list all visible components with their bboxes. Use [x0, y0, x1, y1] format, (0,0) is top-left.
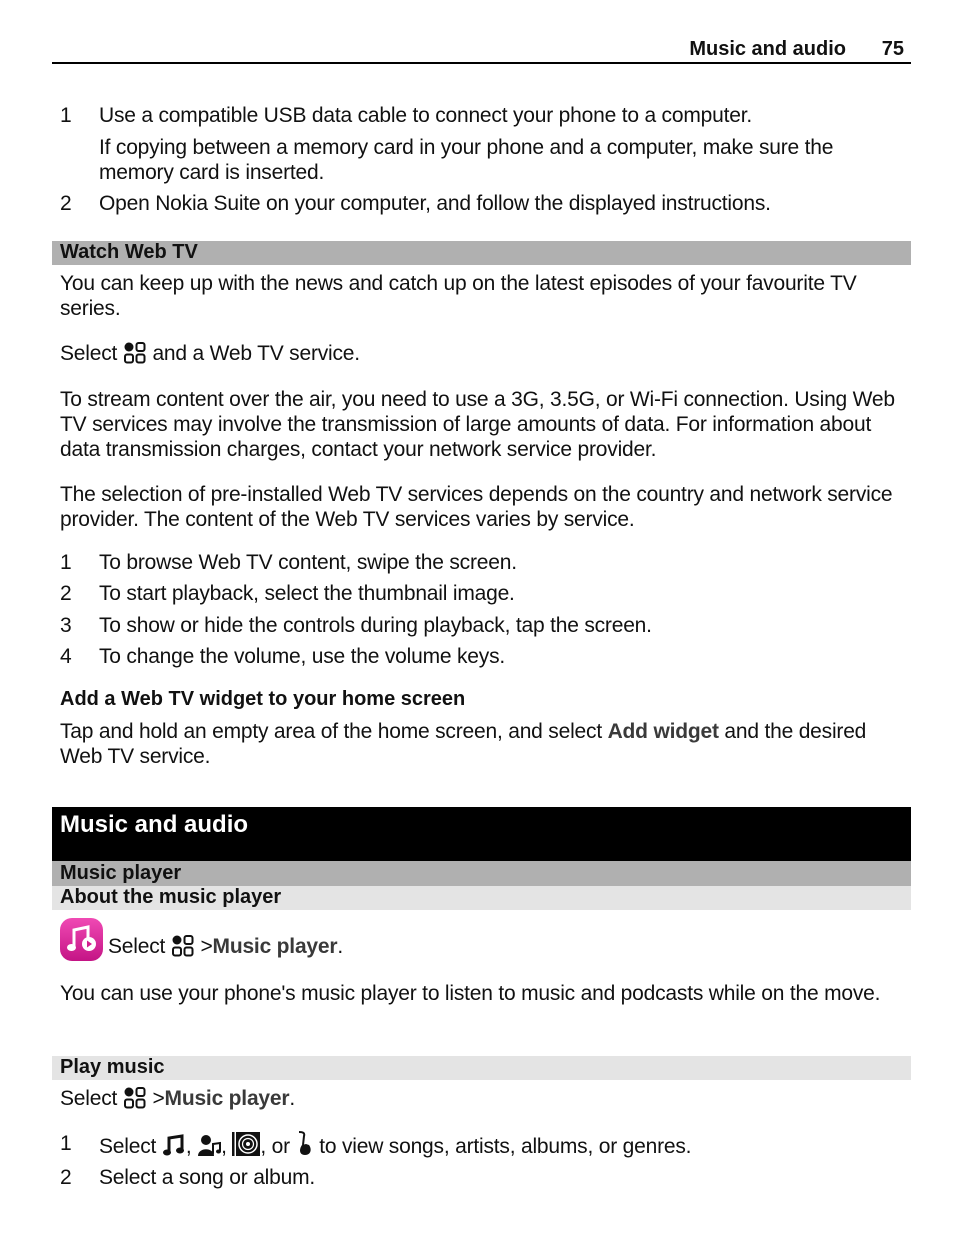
- paragraph: You can use your phone's music player to…: [60, 982, 881, 1005]
- step-text: Use a compatible USB data cable to conne…: [99, 104, 752, 127]
- header-rule: [52, 62, 911, 64]
- select-instruction: Select and a Web TV service.: [60, 341, 910, 370]
- or-text: , or: [260, 1135, 290, 1158]
- select-prefix: Select: [108, 935, 166, 958]
- about-select-instruction: Select >Music player.: [108, 934, 343, 963]
- step-suffix: to view songs, artists, albums, or genre…: [319, 1135, 692, 1158]
- step-text: Select a song or album.: [99, 1166, 316, 1189]
- section-heading-text: Watch Web TV: [60, 241, 198, 263]
- section-heading-music-player: Music player: [52, 861, 911, 886]
- menu-grid-icon: [171, 935, 195, 963]
- widget-instruction: Tap and hold an empty area of the home s…: [60, 719, 910, 769]
- step-number: 4: [60, 645, 72, 668]
- menu-grid-icon: [123, 342, 147, 370]
- subheading-add-widget: Add a Web TV widget to your home screen: [60, 688, 466, 710]
- section-heading-watch-web-tv: Watch Web TV: [52, 241, 911, 265]
- select-prefix: Select: [60, 1087, 118, 1110]
- subsection-heading-about: About the music player: [52, 886, 911, 910]
- chapter-title: Music and audio: [60, 811, 249, 838]
- step-number: 2: [60, 192, 72, 215]
- path-separator: >: [152, 1087, 165, 1110]
- menu-grid-icon: [123, 1087, 147, 1115]
- step-number: 3: [60, 614, 72, 637]
- page-number: 75: [881, 38, 904, 60]
- step-text: To show or hide the controls during play…: [99, 614, 652, 637]
- select-prefix: Select: [60, 342, 118, 365]
- step-number: 2: [60, 1166, 72, 1189]
- comma: ,: [185, 1135, 192, 1158]
- step-text: To start playback, select the thumbnail …: [99, 582, 515, 605]
- section-heading-text: Play music: [60, 1056, 165, 1078]
- step-number: 1: [60, 551, 72, 574]
- ui-term-music-player: Music player: [212, 935, 338, 958]
- genres-icon: [296, 1131, 314, 1163]
- music-player-app-icon: [59, 917, 104, 966]
- path-separator: >: [200, 935, 213, 958]
- section-heading-play-music: Play music: [52, 1056, 911, 1080]
- step-text: Open Nokia Suite on your computer, and f…: [99, 192, 771, 215]
- albums-icon: [232, 1131, 261, 1163]
- period: .: [289, 1087, 295, 1110]
- subsection-heading-text: About the music player: [60, 886, 282, 908]
- paragraph: You can keep up with the news and catch …: [60, 272, 857, 320]
- step-text: To change the volume, use the volume key…: [99, 645, 506, 668]
- step-number: 2: [60, 582, 72, 605]
- step-text: Select , , , or to view songs, artists, …: [99, 1131, 911, 1163]
- step-text: To browse Web TV content, swipe the scre…: [99, 551, 517, 574]
- select-suffix: and a Web TV service.: [152, 342, 360, 365]
- select-prefix: Select: [99, 1135, 157, 1158]
- paragraph: The selection of pre-installed Web TV se…: [60, 483, 893, 531]
- ui-term-add-widget: Add widget: [607, 720, 719, 743]
- play-select-instruction: Select >Music player.: [60, 1086, 910, 1115]
- step-number: 1: [60, 1132, 72, 1155]
- chapter-heading-music-and-audio: Music and audio: [52, 807, 911, 861]
- artists-icon: [197, 1133, 222, 1163]
- manual-page: Music and audio 75 1 Use a compatible US…: [0, 0, 954, 1258]
- running-header-section: Music and audio: [689, 38, 846, 60]
- paragraph: To stream content over the air, you need…: [60, 388, 895, 461]
- step-note: If copying between a memory card in your…: [99, 136, 834, 184]
- comma: ,: [221, 1135, 227, 1158]
- period: .: [337, 935, 343, 958]
- step-number: 1: [60, 104, 72, 127]
- songs-icon: [162, 1133, 186, 1163]
- widget-text-prefix: Tap and hold an empty area of the home s…: [60, 720, 602, 743]
- section-heading-text: Music player: [60, 862, 182, 884]
- ui-term-music-player: Music player: [164, 1087, 290, 1110]
